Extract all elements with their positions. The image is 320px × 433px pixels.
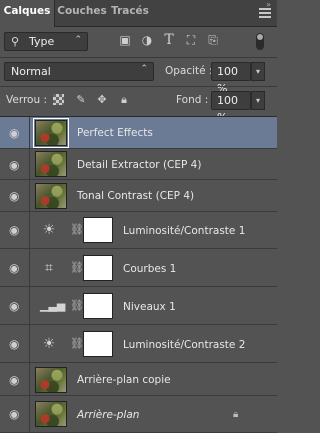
chevron-down-icon: ⌃ xyxy=(74,35,82,45)
divider xyxy=(29,287,30,325)
layer-name: Detail Extractor (CEP 4) xyxy=(77,159,202,171)
layer-row[interactable]: ◉ ☀ ⛓ Luminosité/Contraste 2 xyxy=(0,325,277,363)
layers-list: ◉ Perfect Effects ◉ Detail Extractor (CE… xyxy=(0,116,277,433)
layer-name: Arrière-plan copie xyxy=(77,374,171,386)
divider xyxy=(29,396,30,433)
layer-row[interactable]: ◉ ▁▃▅ ⛓ Niveaux 1 xyxy=(0,287,277,325)
divider xyxy=(29,325,30,363)
visibility-eye-icon[interactable]: ◉ xyxy=(9,262,23,274)
divider xyxy=(29,149,30,180)
divider xyxy=(29,249,30,287)
layer-row[interactable]: ◉ Arrière-plan 🔒︎ xyxy=(0,396,277,433)
link-chain-icon[interactable]: ⛓ xyxy=(70,261,84,275)
adjustment-filter-icon[interactable]: ◑ xyxy=(140,33,154,47)
link-chain-icon[interactable]: ⛓ xyxy=(70,337,84,351)
layer-name: Luminosité/Contraste 2 xyxy=(123,339,246,351)
divider xyxy=(29,212,30,249)
levels-icon: ▁▃▅ xyxy=(40,299,66,312)
layer-thumbnail xyxy=(35,151,67,177)
filter-toggle[interactable] xyxy=(256,33,264,50)
layer-mask-thumbnail[interactable] xyxy=(83,293,113,319)
blend-mode-select[interactable]: Normal ⌃ xyxy=(4,62,154,81)
smart-object-filter-icon[interactable]: ⎘ xyxy=(206,33,220,47)
lock-all-icon[interactable]: 🔒︎ xyxy=(118,94,130,106)
filter-row: ⚲ Type ⌃ ▣ ◑ T ⛶ ⎘ xyxy=(0,27,277,57)
link-chain-icon[interactable]: ⛓ xyxy=(70,223,84,237)
divider xyxy=(29,180,30,212)
lock-position-icon[interactable]: ✥ xyxy=(96,94,108,106)
lock-icon: 🔒︎ xyxy=(233,409,239,420)
layer-row[interactable]: ◉ ⌗ ⛓ Courbes 1 xyxy=(0,249,277,287)
layer-name: Perfect Effects xyxy=(77,127,153,139)
layer-row[interactable]: ◉ Arrière-plan copie xyxy=(0,363,277,396)
divider xyxy=(0,86,277,87)
panel-menu-icon[interactable] xyxy=(259,8,271,18)
layer-row[interactable]: ◉ Perfect Effects xyxy=(0,117,277,149)
image-filter-icon[interactable]: ▣ xyxy=(118,33,132,47)
divider xyxy=(0,57,277,58)
fill-label: Fond : xyxy=(176,94,209,106)
filter-kind-select[interactable]: ⚲ Type ⌃ xyxy=(4,32,88,51)
opacity-slider-button[interactable]: ▾ xyxy=(251,62,265,81)
lock-transparent-icon[interactable] xyxy=(53,94,64,105)
visibility-eye-icon[interactable]: ◉ xyxy=(9,408,23,420)
visibility-eye-icon[interactable]: ◉ xyxy=(9,300,23,312)
layer-row[interactable]: ◉ Detail Extractor (CEP 4) xyxy=(0,149,277,180)
layer-name: Arrière-plan xyxy=(77,409,140,421)
layer-row[interactable]: ◉ Tonal Contrast (CEP 4) xyxy=(0,180,277,212)
lock-pixels-icon[interactable]: ✎ xyxy=(75,94,87,106)
layer-mask-thumbnail[interactable] xyxy=(83,255,113,281)
chevron-down-icon: ⌃ xyxy=(140,64,148,74)
layer-thumbnail xyxy=(35,401,67,427)
layer-name: Luminosité/Contraste 1 xyxy=(123,225,246,237)
layer-thumbnail xyxy=(35,183,67,209)
tab-traces[interactable]: Tracés xyxy=(109,0,151,26)
layer-name: Tonal Contrast (CEP 4) xyxy=(77,190,195,202)
visibility-eye-icon[interactable]: ◉ xyxy=(9,159,23,171)
search-icon: ⚲ xyxy=(11,35,20,48)
layer-mask-thumbnail[interactable] xyxy=(83,217,113,243)
visibility-eye-icon[interactable]: ◉ xyxy=(9,224,23,236)
brightness-contrast-icon: ☀ xyxy=(42,336,56,352)
divider xyxy=(29,117,30,149)
fill-slider-button[interactable]: ▾ xyxy=(251,91,265,110)
layer-row[interactable]: ◉ ☀ ⛓ Luminosité/Contraste 1 xyxy=(0,212,277,249)
tab-calques[interactable]: Calques xyxy=(0,0,55,27)
shape-filter-icon[interactable]: ⛶ xyxy=(184,33,198,47)
visibility-eye-icon[interactable]: ◉ xyxy=(9,338,23,350)
link-chain-icon[interactable]: ⛓ xyxy=(70,299,84,313)
blend-mode-value: Normal xyxy=(11,65,51,78)
fill-field[interactable]: 100 % xyxy=(211,91,251,124)
layer-name: Courbes 1 xyxy=(123,263,177,275)
visibility-eye-icon[interactable]: ◉ xyxy=(9,374,23,386)
curves-icon: ⌗ xyxy=(45,260,53,276)
opacity-label: Opacité : xyxy=(165,65,213,77)
visibility-eye-icon[interactable]: ◉ xyxy=(9,127,23,139)
layer-thumbnail xyxy=(33,118,69,148)
panel-tabs: Calques Couches Tracés » xyxy=(0,0,277,27)
filter-kind-label: Type xyxy=(29,35,55,48)
opacity-field[interactable]: 100 % xyxy=(211,62,251,95)
layer-thumbnail xyxy=(35,367,67,393)
lock-label: Verrou : xyxy=(6,94,48,106)
visibility-eye-icon[interactable]: ◉ xyxy=(9,190,23,202)
tab-couches[interactable]: Couches xyxy=(55,0,109,26)
brightness-contrast-icon: ☀ xyxy=(42,222,56,238)
layer-name: Niveaux 1 xyxy=(123,301,176,313)
divider xyxy=(29,363,30,396)
layer-mask-thumbnail[interactable] xyxy=(83,331,113,357)
type-filter-icon[interactable]: T xyxy=(162,33,176,47)
